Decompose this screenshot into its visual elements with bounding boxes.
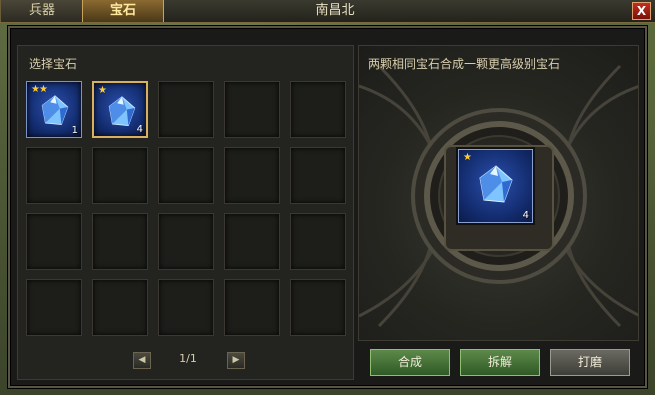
gem-slot-empty[interactable] [224,147,280,204]
tab-gems[interactable]: 宝石 [82,0,164,22]
select-gem-title: 选择宝石 [29,57,78,71]
polish-button[interactable]: 打磨 [550,349,630,376]
gem-slot-empty[interactable] [290,213,346,270]
gem-slot-empty[interactable] [158,279,214,336]
gem-slot-empty[interactable] [224,81,280,138]
gem-count: 4 [136,124,143,135]
map-name: 南昌北 [315,3,355,18]
gem-slot-empty[interactable] [92,213,148,270]
star-rating: ★ [98,85,107,96]
close-button[interactable]: X [632,2,651,20]
gem-slot-empty[interactable] [158,213,214,270]
gem-slot-empty[interactable] [290,81,346,138]
combine-button[interactable]: 合成 [370,349,450,376]
gem-slot-empty[interactable] [92,279,148,336]
gem-slot-empty[interactable] [158,81,214,138]
gem-count: 4 [522,210,529,221]
gem-slot-empty[interactable] [224,213,280,270]
gem-slot-empty[interactable] [26,213,82,270]
combine-slot[interactable]: ★ 4 [458,149,533,223]
dismantle-button[interactable]: 拆解 [460,349,540,376]
gem-slot-empty[interactable] [158,147,214,204]
blue-gem-icon [41,95,69,126]
combine-hint: 两颗相同宝石合成一颗更高级别宝石 [368,57,561,71]
gem-slot-filled[interactable]: ★★ 1 [26,81,82,138]
next-page-button[interactable]: ▶ [227,352,245,369]
page-indicator: 1/1 [179,352,197,365]
gem-slot-empty[interactable] [290,147,346,204]
gem-slot-empty[interactable] [224,279,280,336]
tab-weapons[interactable]: 兵器 [0,0,84,22]
gem-slot-empty[interactable] [92,147,148,204]
blue-gem-icon [108,96,136,127]
star-rating: ★ [463,152,472,163]
gem-slot-empty[interactable] [26,147,82,204]
gem-slot-empty[interactable] [290,279,346,336]
gem-count: 1 [71,125,78,136]
blue-gem-icon [479,165,513,203]
gem-slot-filled[interactable]: ★ 4 [92,81,148,138]
gem-slot-empty[interactable] [26,279,82,336]
prev-page-button[interactable]: ◀ [133,352,151,369]
top-tab-bar: 兵器 宝石 南昌北 X [0,0,655,23]
